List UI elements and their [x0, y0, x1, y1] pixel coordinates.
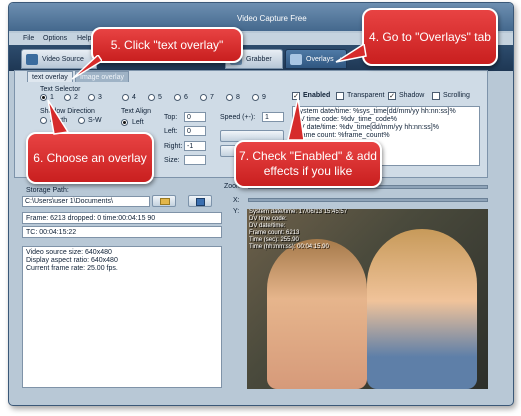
size-label: Size:	[164, 157, 180, 164]
osd-line: System date/time: 17/06/13 15:45:57	[249, 209, 348, 215]
text-selector-8-label: 8	[236, 94, 240, 101]
left-label: Left:	[164, 128, 178, 135]
video-osd: System date/time: 17/06/13 15:45:57 DV t…	[249, 209, 347, 251]
align-left-radio[interactable]	[121, 119, 128, 126]
speed-label: Speed (+-):	[220, 114, 256, 121]
osd-line: Time (hh:mm:ss): 00:04:15.90	[249, 244, 329, 250]
text-selector-7-label: 7	[210, 94, 214, 101]
callout-step-4: 4. Go to "Overlays" tab	[362, 8, 498, 66]
left-input[interactable]: 0	[184, 126, 206, 136]
callout-step-7: 7. Check "Enabled" & add effects if you …	[234, 140, 382, 188]
text-selector-label: Text Selector	[40, 86, 81, 93]
source-info-box: Video source size: 640x480 Display aspec…	[22, 246, 222, 388]
x-label: X:	[233, 197, 240, 204]
save-button[interactable]	[188, 195, 212, 207]
text-selector-5-label: 5	[158, 94, 162, 101]
menu-file[interactable]: File	[23, 35, 34, 42]
save-icon	[196, 198, 205, 206]
text-align-label: Text Align	[121, 108, 151, 115]
film-icon	[26, 54, 38, 65]
text-selector-9-label: 9	[262, 94, 266, 101]
menu-help[interactable]: Help	[77, 35, 91, 42]
text-selector-6-label: 6	[184, 94, 188, 101]
text-selector-radio-9[interactable]	[252, 94, 259, 101]
text-selector-4-label: 4	[132, 94, 136, 101]
align-left-label: Left	[132, 119, 144, 126]
shadow-sw-radio[interactable]	[78, 117, 85, 124]
window-title: Video Capture Free	[237, 14, 307, 23]
transparent-label: Transparent	[347, 92, 385, 99]
shadow-sw-label: S-W	[88, 117, 102, 124]
source-info-line: Current frame rate: 25.00 fps.	[26, 265, 118, 272]
scrolling-checkbox[interactable]	[432, 92, 440, 100]
text-selector-3-label: 3	[98, 94, 102, 101]
right-label: Right:	[164, 143, 183, 150]
tab-overlays-label: Overlays	[306, 56, 334, 63]
top-label: Top:	[164, 114, 178, 121]
layers-icon	[290, 54, 302, 65]
menu-options[interactable]: Options	[43, 35, 67, 42]
text-selector-radio-5[interactable]	[148, 94, 155, 101]
right-input[interactable]: -1	[184, 141, 206, 151]
callout-step-4-pointer	[335, 44, 367, 63]
storage-path-input[interactable]: C:\Users\user 1\Documents\	[22, 196, 150, 207]
shadow-checkbox[interactable]: ✓	[388, 92, 396, 100]
text-selector-radio-8[interactable]	[226, 94, 233, 101]
scrolling-label: Scrolling	[443, 92, 470, 99]
overlay-line: System date/time: %sys_time[dd/mm/yy hh:…	[295, 108, 456, 115]
folder-icon	[160, 198, 170, 205]
top-input[interactable]: 0	[184, 112, 206, 122]
osd-line: Frame count: 6213	[249, 230, 300, 236]
overlay-line: Frame count: %frame_count%	[295, 132, 390, 139]
callout-step-7-pointer	[287, 97, 305, 141]
browse-folder-button[interactable]	[152, 195, 176, 207]
girl-figure	[267, 239, 367, 389]
callout-step-6-pointer	[47, 99, 70, 135]
video-preview: System date/time: 17/06/13 15:45:57 DV t…	[247, 209, 488, 389]
subtab-text-overlay[interactable]: text overlay	[27, 71, 73, 82]
x-slider[interactable]	[248, 198, 488, 202]
overlay-line: DV date/time: %dv_time[dd/mm/yy hh:nn:ss…	[295, 124, 439, 131]
overlay-line: DV time code: %dv_time_code%	[295, 116, 397, 123]
shadow-label: Shadow	[399, 92, 425, 99]
text-selector-radio-7[interactable]	[200, 94, 207, 101]
text-selector-radio-6[interactable]	[174, 94, 181, 101]
storage-path-label: Storage Path:	[26, 187, 69, 194]
osd-line: Time (sec): 255.90	[249, 237, 299, 243]
callout-step-5: 5. Click "text overlay"	[91, 27, 243, 63]
source-info-line: Video source size: 640x480	[26, 249, 112, 256]
frame-status: Frame: 6213 dropped: 0 time:00:04:15 90	[22, 212, 222, 224]
transparent-checkbox[interactable]	[336, 92, 344, 100]
text-selector-2-label: 2	[74, 94, 78, 101]
text-selector-radio-4[interactable]	[122, 94, 129, 101]
tab-grabber-label: Grabber	[246, 56, 272, 63]
osd-line: DV time code:	[249, 216, 287, 222]
callout-step-5-pointer	[71, 55, 102, 80]
size-input[interactable]	[184, 155, 206, 165]
text-selector-radio-3[interactable]	[88, 94, 95, 101]
callout-step-6: 6. Choose an overlay	[26, 132, 154, 184]
source-info-line: Display aspect ratio: 640x480	[26, 257, 118, 264]
osd-line: DV date/time:	[249, 223, 286, 229]
timecode-status: TC: 00:04:15:22	[22, 226, 222, 238]
tutorial-screenshot: Video Capture Free File Options Help Vid…	[0, 0, 521, 416]
y-label: Y:	[233, 208, 240, 215]
boy-figure	[367, 229, 477, 389]
